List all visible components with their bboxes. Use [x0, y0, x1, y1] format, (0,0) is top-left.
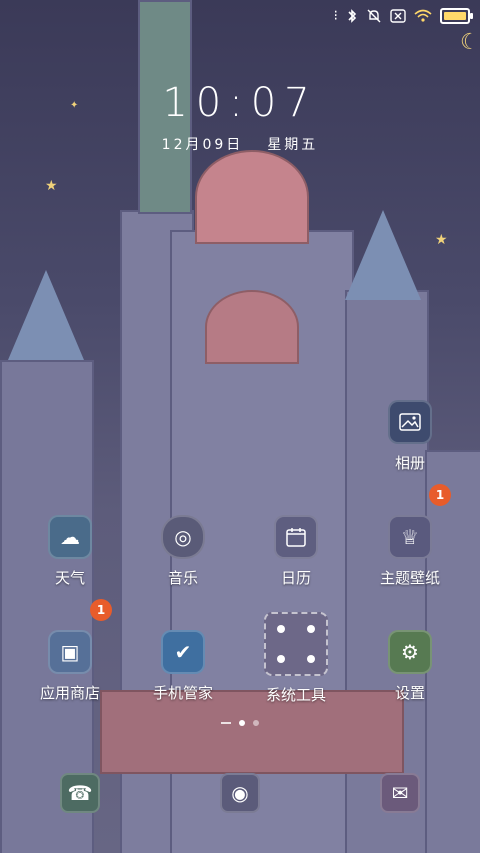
notification-badge: 1: [429, 484, 451, 506]
photos-icon: [388, 400, 432, 444]
notification-badge: 1: [90, 599, 112, 621]
pager-list-icon: [221, 722, 231, 724]
castle-window-arch: [205, 290, 299, 364]
app-phone-manager[interactable]: ✔ 手机管家: [133, 630, 233, 703]
settings-icon: ⚙: [388, 630, 432, 674]
security-icon: ✔: [161, 630, 205, 674]
dock: ☎ ◉ ✉: [0, 773, 480, 813]
app-label: 日历: [280, 569, 311, 587]
appstore-icon: ▣: [48, 630, 92, 674]
page-indicator[interactable]: [0, 720, 480, 726]
castle-roof-right: [345, 210, 421, 300]
app-weather[interactable]: ☁ 天气: [20, 515, 120, 588]
folder-system-tools[interactable]: 系统工具: [246, 612, 346, 705]
close-box-icon: [390, 9, 406, 23]
app-label: 相册: [394, 454, 425, 472]
castle-dome: [195, 150, 309, 244]
calendar-icon: [274, 515, 318, 559]
app-label: 系统工具: [265, 686, 326, 704]
app-label: 应用商店: [39, 684, 100, 702]
app-store[interactable]: ▣ 应用商店: [20, 630, 120, 703]
star-icon: ★: [435, 232, 448, 248]
app-label: 天气: [54, 569, 85, 587]
clock-date: 12月09日 星期五: [0, 134, 480, 154]
phone-icon[interactable]: ☎: [60, 773, 100, 813]
folder-icon: [264, 612, 328, 676]
bluetooth-icon: [346, 8, 358, 24]
theme-icon: ♕: [388, 515, 432, 559]
app-label: 设置: [394, 684, 425, 702]
app-music[interactable]: ◎ 音乐: [133, 515, 233, 588]
date-weekday: 星期五: [267, 137, 319, 153]
castle-roof-left: [8, 270, 84, 360]
star-icon: ★: [45, 178, 58, 194]
date-month-day: 12月09日: [161, 137, 244, 153]
app-label: 手机管家: [152, 684, 213, 702]
messages-icon[interactable]: ✉: [380, 773, 420, 813]
pager-dot-active: [239, 720, 245, 726]
star-icon: ☾: [460, 30, 480, 55]
app-photos[interactable]: 相册: [360, 400, 460, 473]
music-icon: ◎: [161, 515, 205, 559]
weather-icon: ☁: [48, 515, 92, 559]
wifi-icon: [414, 9, 432, 23]
mute-icon: [366, 8, 382, 24]
camera-icon[interactable]: ◉: [220, 773, 260, 813]
app-calendar[interactable]: 日历: [246, 515, 346, 588]
app-settings[interactable]: ⚙ 设置: [360, 630, 460, 703]
app-label: 音乐: [167, 569, 198, 587]
pager-dot: [253, 720, 259, 726]
status-bar: ⁝: [333, 6, 473, 26]
battery-icon: [440, 8, 473, 24]
clock-widget[interactable]: 10:07 12月09日 星期五: [0, 80, 480, 154]
dots-icon: ⁝: [333, 8, 338, 24]
app-theme-wallpaper[interactable]: ♕ 主题壁纸: [360, 515, 460, 588]
app-label: 主题壁纸: [379, 569, 440, 587]
clock-time: 10:07: [162, 80, 318, 126]
